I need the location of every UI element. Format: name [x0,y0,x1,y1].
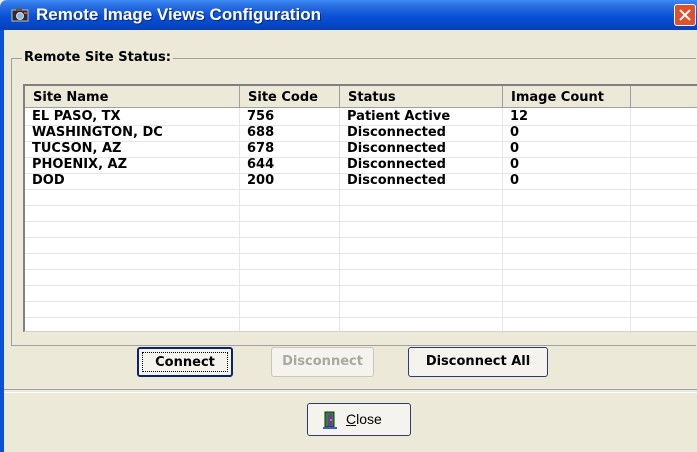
table-cell: DOD [32,173,65,188]
table-cell: 688 [247,125,275,140]
close-button[interactable]: Close [307,403,411,436]
table-cell: 678 [247,141,275,156]
site-status-list[interactable]: Site Name Site Code Status Image Count E… [23,84,697,332]
title-bar[interactable]: Remote Image Views Configuration [0,0,697,30]
row-gridline [25,285,697,286]
table-cell: EL PASO, TX [32,109,121,124]
camera-icon [11,8,29,22]
row-gridline [25,205,697,206]
table-cell: 0 [510,157,520,172]
column-header-blank[interactable] [631,86,697,108]
column-header-site-name[interactable]: Site Name [25,86,240,108]
table-cell: 200 [247,173,275,188]
door-exit-icon [323,411,337,429]
table-cell: Disconnected [347,157,446,172]
disconnect-label: Disconnect [282,354,363,369]
table-cell: Patient Active [347,109,451,124]
table-row[interactable]: TUCSON, AZ 678 Disconnected 0 [25,141,697,157]
table-cell: PHOENIX, AZ [32,157,128,172]
row-gridline [25,189,697,190]
connect-button[interactable]: Connect [137,347,233,377]
table-cell: 0 [510,141,520,156]
table-cell: TUCSON, AZ [32,141,122,156]
row-gridline [25,269,697,270]
row-gridline [25,301,697,302]
disconnect-button[interactable]: Disconnect [271,347,374,377]
table-cell: 0 [510,173,520,188]
table-cell: WASHINGTON, DC [32,125,163,140]
table-cell: 756 [247,109,275,124]
focus-rectangle [142,352,228,372]
dialog-window: Remote Image Views Configuration Remote … [0,0,697,452]
row-gridline [25,237,697,238]
row-gridline [25,221,697,222]
table-cell: Disconnected [347,125,446,140]
table-cell: Disconnected [347,173,446,188]
column-header-status[interactable]: Status [340,86,503,108]
table-row[interactable]: DOD 200 Disconnected 0 [25,173,697,189]
table-row[interactable]: EL PASO, TX 756 Patient Active 12 [25,109,697,125]
close-label-rest: lose [356,411,382,427]
group-label: Remote Site Status: [22,50,173,65]
table-cell: 644 [247,157,275,172]
column-header-image-count[interactable]: Image Count [503,86,631,108]
window-close-icon[interactable] [674,4,696,26]
table-cell: 0 [510,125,520,140]
close-label: Close [346,411,382,427]
disconnect-all-button[interactable]: Disconnect All [408,347,548,377]
column-header-site-code[interactable]: Site Code [240,86,340,108]
row-gridline [25,317,697,318]
table-row[interactable]: WASHINGTON, DC 688 Disconnected 0 [25,125,697,141]
disconnect-all-label: Disconnect All [425,354,531,369]
table-row[interactable]: PHOENIX, AZ 644 Disconnected 0 [25,157,697,173]
window-title: Remote Image Views Configuration [36,5,321,24]
list-header: Site Name Site Code Status Image Count [25,86,697,108]
table-cell: Disconnected [347,141,446,156]
table-cell: 12 [510,109,529,124]
separator [4,389,697,393]
row-gridline [25,253,697,254]
